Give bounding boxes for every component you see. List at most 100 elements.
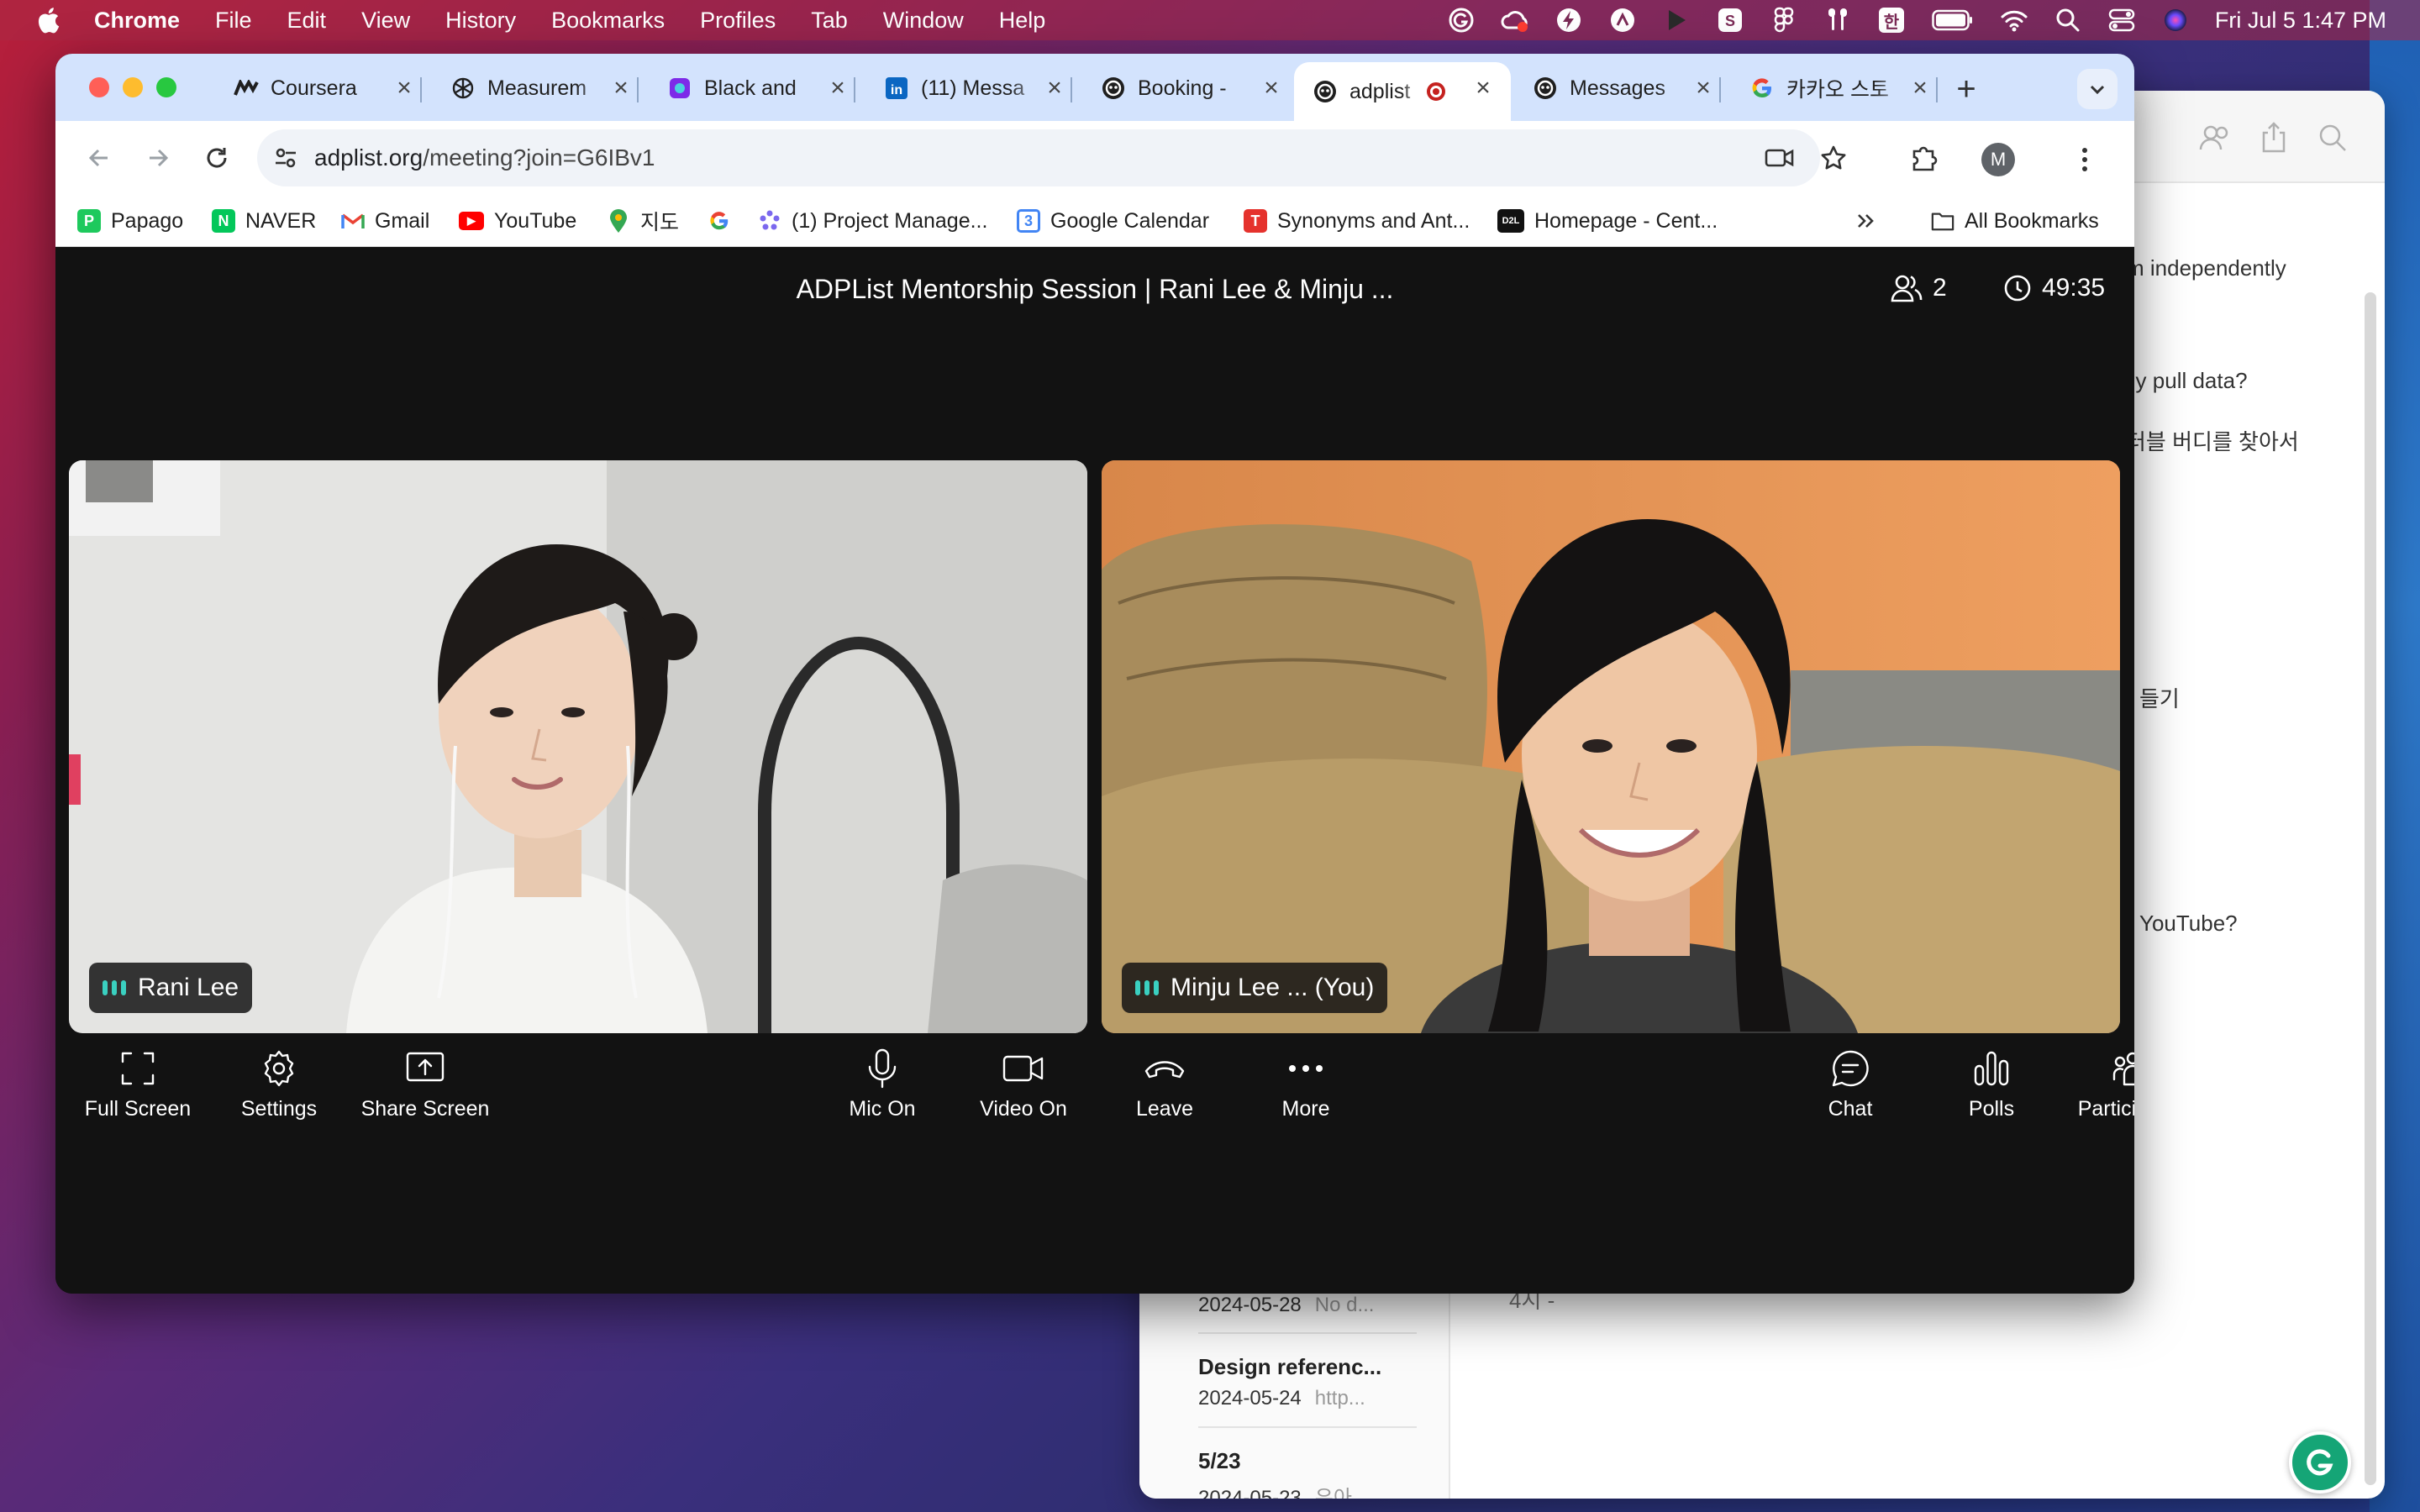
- bookmark-google[interactable]: [708, 205, 741, 237]
- collaborate-icon[interactable]: [2198, 121, 2232, 155]
- chrome-menu-icon[interactable]: [2072, 139, 2097, 180]
- tab-measurement[interactable]: Measurem ×: [432, 62, 649, 114]
- google-icon: [708, 209, 731, 233]
- back-button[interactable]: [77, 136, 121, 180]
- tab-linkedin-messages[interactable]: in (11) Messa ×: [865, 62, 1082, 114]
- airpods-status-icon[interactable]: [1823, 6, 1852, 34]
- sync-status-icon[interactable]: [1608, 6, 1637, 34]
- notes-scrollbar[interactable]: [2365, 292, 2376, 1485]
- menu-file[interactable]: File: [215, 8, 252, 34]
- self-video-frame: [1102, 460, 2120, 1033]
- tab-close-icon[interactable]: ×: [825, 74, 850, 102]
- menu-app-chrome[interactable]: Chrome: [94, 8, 180, 34]
- window-minimize-button[interactable]: [123, 77, 143, 97]
- control-label: Chat: [1828, 1097, 1873, 1121]
- share-screen-button[interactable]: Share Screen: [341, 1045, 509, 1121]
- coursera-icon: [234, 76, 259, 101]
- bookmark-papago[interactable]: P Papago: [77, 205, 183, 237]
- all-bookmarks-folder[interactable]: All Bookmarks: [1931, 205, 2099, 237]
- figma-status-icon[interactable]: [1770, 6, 1798, 34]
- wifi-icon[interactable]: [2000, 6, 2028, 34]
- video-tile-remote[interactable]: Rani Lee: [69, 460, 1087, 1033]
- more-button[interactable]: More: [1222, 1045, 1390, 1121]
- reload-button[interactable]: [195, 136, 239, 180]
- menu-edit[interactable]: Edit: [287, 8, 327, 34]
- bookmark-google-calendar[interactable]: 3 Google Calendar: [1017, 205, 1209, 237]
- bookmark-star-icon[interactable]: [1808, 133, 1859, 183]
- tab-black-and[interactable]: Black and ×: [649, 62, 865, 114]
- participants-button[interactable]: Participants: [2049, 1045, 2134, 1121]
- bookmarks-overflow-icon[interactable]: [1854, 205, 1877, 237]
- tab-close-icon[interactable]: ×: [1042, 74, 1067, 102]
- tab-close-icon[interactable]: ×: [392, 74, 417, 102]
- tab-messages[interactable]: Messages ×: [1514, 62, 1731, 114]
- tab-separator: [854, 77, 855, 102]
- tab-close-icon[interactable]: ×: [1691, 74, 1716, 102]
- forward-button[interactable]: [136, 136, 180, 180]
- notes-body-line: 들기: [2139, 686, 2180, 711]
- tab-adplist-active[interactable]: adplist ×: [1294, 62, 1511, 121]
- grammarly-status-icon[interactable]: [1447, 6, 1476, 34]
- settings-button[interactable]: Settings: [195, 1045, 363, 1121]
- settings-icon: [255, 1045, 302, 1092]
- tab-coursera[interactable]: Coursera ×: [215, 62, 432, 114]
- skype-status-icon[interactable]: S: [1716, 6, 1744, 34]
- camera-in-use-icon[interactable]: [1754, 133, 1805, 183]
- clock-icon: [2004, 275, 2031, 302]
- bolt-status-icon[interactable]: [1555, 6, 1583, 34]
- bookmark-synonyms[interactable]: T Synonyms and Ant...: [1244, 205, 1470, 237]
- timer-value: 49:35: [2042, 274, 2106, 302]
- bookmark-naver[interactable]: N NAVER: [212, 205, 316, 237]
- tab-close-icon[interactable]: ×: [608, 74, 634, 102]
- openai-icon: [450, 76, 476, 101]
- menu-bookmarks[interactable]: Bookmarks: [551, 8, 665, 34]
- site-info-icon[interactable]: [257, 129, 314, 186]
- menu-history[interactable]: History: [445, 8, 516, 34]
- tab-title: Booking -: [1138, 76, 1227, 100]
- list-item[interactable]: 5/23 2024-05-23 유아...: [1198, 1448, 1425, 1499]
- menu-tab[interactable]: Tab: [811, 8, 848, 34]
- tab-title: Messages: [1570, 76, 1665, 100]
- window-zoom-button[interactable]: [156, 77, 176, 97]
- profile-avatar[interactable]: M: [1981, 143, 2015, 176]
- play-status-icon[interactable]: [1662, 6, 1691, 34]
- siri-icon[interactable]: [2161, 6, 2190, 34]
- menu-bar-clock[interactable]: Fri Jul 5 1:47 PM: [2215, 8, 2386, 34]
- control-center-icon[interactable]: [2107, 6, 2136, 34]
- battery-icon[interactable]: [1931, 6, 1975, 34]
- address-bar[interactable]: adplist.org/meeting?join=G6IBv1: [257, 129, 1820, 186]
- bookmark-label: YouTube: [494, 208, 577, 233]
- bookmark-gmail[interactable]: Gmail: [341, 205, 429, 237]
- tab-separator: [637, 77, 639, 102]
- tab-search-button[interactable]: [2077, 69, 2118, 109]
- menu-window[interactable]: Window: [883, 8, 964, 34]
- tab-close-icon[interactable]: ×: [1470, 74, 1496, 102]
- tab-booking[interactable]: Booking - ×: [1082, 62, 1299, 114]
- creative-cloud-status-icon[interactable]: [1501, 6, 1529, 34]
- recording-indicator-icon: [1427, 82, 1445, 101]
- new-tab-button[interactable]: +: [1948, 71, 1985, 108]
- video-tile-self[interactable]: Minju Lee ... (You): [1102, 460, 2120, 1033]
- spotlight-search-icon[interactable]: [2054, 6, 2082, 34]
- mic-icon: [859, 1045, 906, 1092]
- extensions-icon[interactable]: [1899, 133, 1949, 183]
- menu-view[interactable]: View: [361, 8, 410, 34]
- tab-close-icon[interactable]: ×: [1259, 74, 1284, 102]
- bookmark-map[interactable]: 지도: [607, 205, 679, 237]
- bookmark-d2l-homepage[interactable]: D2L Homepage - Cent...: [1497, 205, 1718, 237]
- notes-search-icon[interactable]: [2316, 121, 2349, 155]
- list-item[interactable]: Design referenc... 2024-05-24 http...: [1198, 1354, 1425, 1410]
- menu-help[interactable]: Help: [999, 8, 1046, 34]
- audio-level-icon: [103, 980, 126, 995]
- menu-profiles[interactable]: Profiles: [700, 8, 776, 34]
- tab-close-icon[interactable]: ×: [1907, 74, 1933, 102]
- bookmark-project-manager[interactable]: (1) Project Manage...: [758, 205, 987, 237]
- input-source-icon[interactable]: 한: [1877, 6, 1906, 34]
- tab-kakao-story[interactable]: 카카오 스토 ×: [1731, 62, 1948, 114]
- participants-count-indicator[interactable]: 2: [1891, 274, 1947, 302]
- bookmark-youtube[interactable]: ▶ YouTube: [459, 205, 576, 237]
- grammarly-floating-button[interactable]: [2289, 1431, 2351, 1494]
- apple-menu-icon[interactable]: [35, 7, 60, 34]
- share-icon[interactable]: [2257, 121, 2291, 155]
- window-close-button[interactable]: [89, 77, 109, 97]
